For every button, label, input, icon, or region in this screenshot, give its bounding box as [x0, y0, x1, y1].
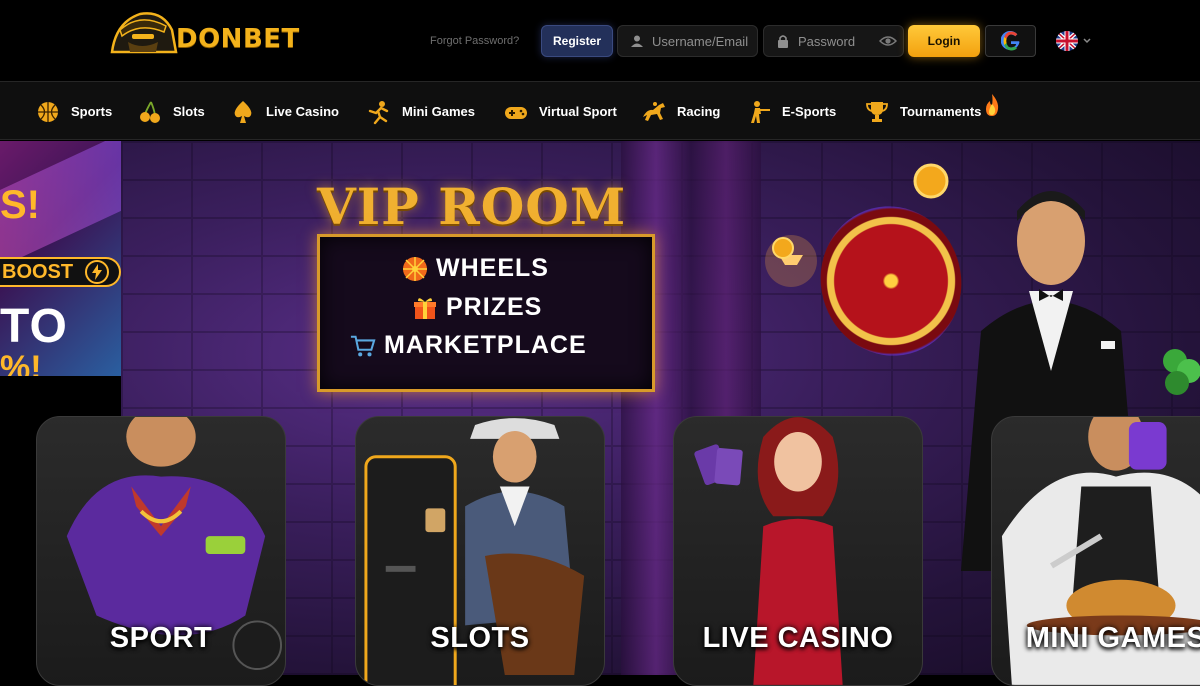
nav-item-slots[interactable]: Slots [137, 82, 205, 141]
nav-label: Racing [677, 104, 721, 119]
nav-label: Tournaments [900, 104, 982, 119]
brand-name: DONBET [176, 24, 300, 54]
login-button[interactable]: Login [908, 25, 980, 57]
vip-room-title: VIP ROOM [317, 177, 627, 236]
google-icon [1000, 31, 1019, 51]
nav-label: Slots [173, 104, 205, 119]
category-label: LIVE CASINO [702, 622, 894, 654]
password-placeholder: Password [798, 33, 856, 49]
uk-flag-icon [1056, 31, 1078, 51]
spade-icon [234, 100, 252, 123]
nav-item-live-casino[interactable]: Live Casino [230, 82, 339, 141]
nav-item-mini-games[interactable]: Mini Games [366, 82, 475, 141]
nav-item-virtual-sport[interactable]: Virtual Sport [503, 82, 617, 141]
cart-icon [350, 333, 376, 359]
fire-icon [986, 93, 999, 116]
cherries-icon [140, 101, 160, 123]
category-label: SLOTS [430, 622, 530, 654]
soldier-icon [751, 100, 770, 123]
category-card-slots[interactable]: SLOTS [355, 416, 605, 686]
vip-line-wheels: WHEELS [402, 254, 549, 283]
chevron-down-icon [1083, 38, 1091, 44]
nav-label: Virtual Sport [539, 104, 617, 119]
lightning-icon [85, 260, 110, 284]
vip-line-text: PRIZES [446, 293, 543, 321]
mascot-logo-icon [110, 12, 178, 54]
category-card-mini-games[interactable]: MINI GAMES [991, 416, 1200, 686]
promo-to-text: TO [0, 300, 68, 353]
logo[interactable]: DONBET [106, 4, 300, 56]
basketball-icon [38, 101, 58, 122]
google-login-button[interactable] [985, 25, 1036, 57]
nav-label: Sports [71, 104, 113, 119]
nav-label: Live Casino [266, 104, 339, 119]
vip-line-prizes: PRIZES [412, 293, 542, 322]
vip-features-box: WHEELS PRIZES MARKETPLACE [317, 234, 655, 392]
nav-label: E-Sports [782, 104, 837, 119]
main-nav: Sports Slots Live Casino Mini Games Virt… [0, 81, 1200, 140]
nav-item-racing[interactable]: Racing [641, 82, 720, 141]
site-header: DONBET Forgot Password? Register Usernam… [0, 0, 1200, 80]
vip-line-text: WHEELS [436, 254, 549, 282]
vip-line-text: MARKETPLACE [384, 331, 587, 359]
nav-item-tournaments[interactable]: Tournaments [864, 82, 1001, 141]
promo-headline-fragment: S! [0, 183, 40, 227]
username-field[interactable]: Username/Email [617, 25, 758, 57]
category-label: MINI GAMES [1025, 622, 1200, 654]
boost-badge: BOOST [0, 257, 121, 287]
lock-icon [778, 35, 788, 48]
eye-icon[interactable] [879, 34, 897, 48]
boost-label: BOOST [2, 260, 74, 283]
nav-label: Mini Games [402, 104, 475, 119]
clover-plant-icon [1163, 349, 1200, 395]
gift-icon [412, 295, 438, 321]
trophy-icon [866, 101, 888, 122]
user-icon [631, 35, 643, 47]
register-button[interactable]: Register [541, 25, 613, 57]
promo-banner-left[interactable]: S! BOOST TO %! [0, 141, 121, 376]
category-card-live-casino[interactable]: LIVE CASINO [673, 416, 923, 686]
wheel-icon [402, 256, 428, 282]
language-selector[interactable] [1056, 31, 1092, 51]
promo-percent-text: %! [0, 349, 42, 376]
vip-line-marketplace: MARKETPLACE [350, 331, 587, 360]
coin-icon [913, 163, 949, 199]
category-card-sport[interactable]: SPORT [36, 416, 286, 686]
username-placeholder: Username/Email [652, 33, 749, 49]
joystick-figure-icon [368, 100, 389, 124]
gamepad-icon [505, 106, 527, 119]
coin-icon [772, 237, 794, 259]
forgot-password-link[interactable]: Forgot Password? [430, 35, 519, 47]
nav-item-e-sports[interactable]: E-Sports [746, 82, 836, 141]
nav-item-sports[interactable]: Sports [35, 82, 112, 141]
password-field[interactable]: Password [763, 25, 904, 57]
horse-racing-icon [643, 101, 665, 121]
category-label: SPORT [109, 622, 213, 654]
